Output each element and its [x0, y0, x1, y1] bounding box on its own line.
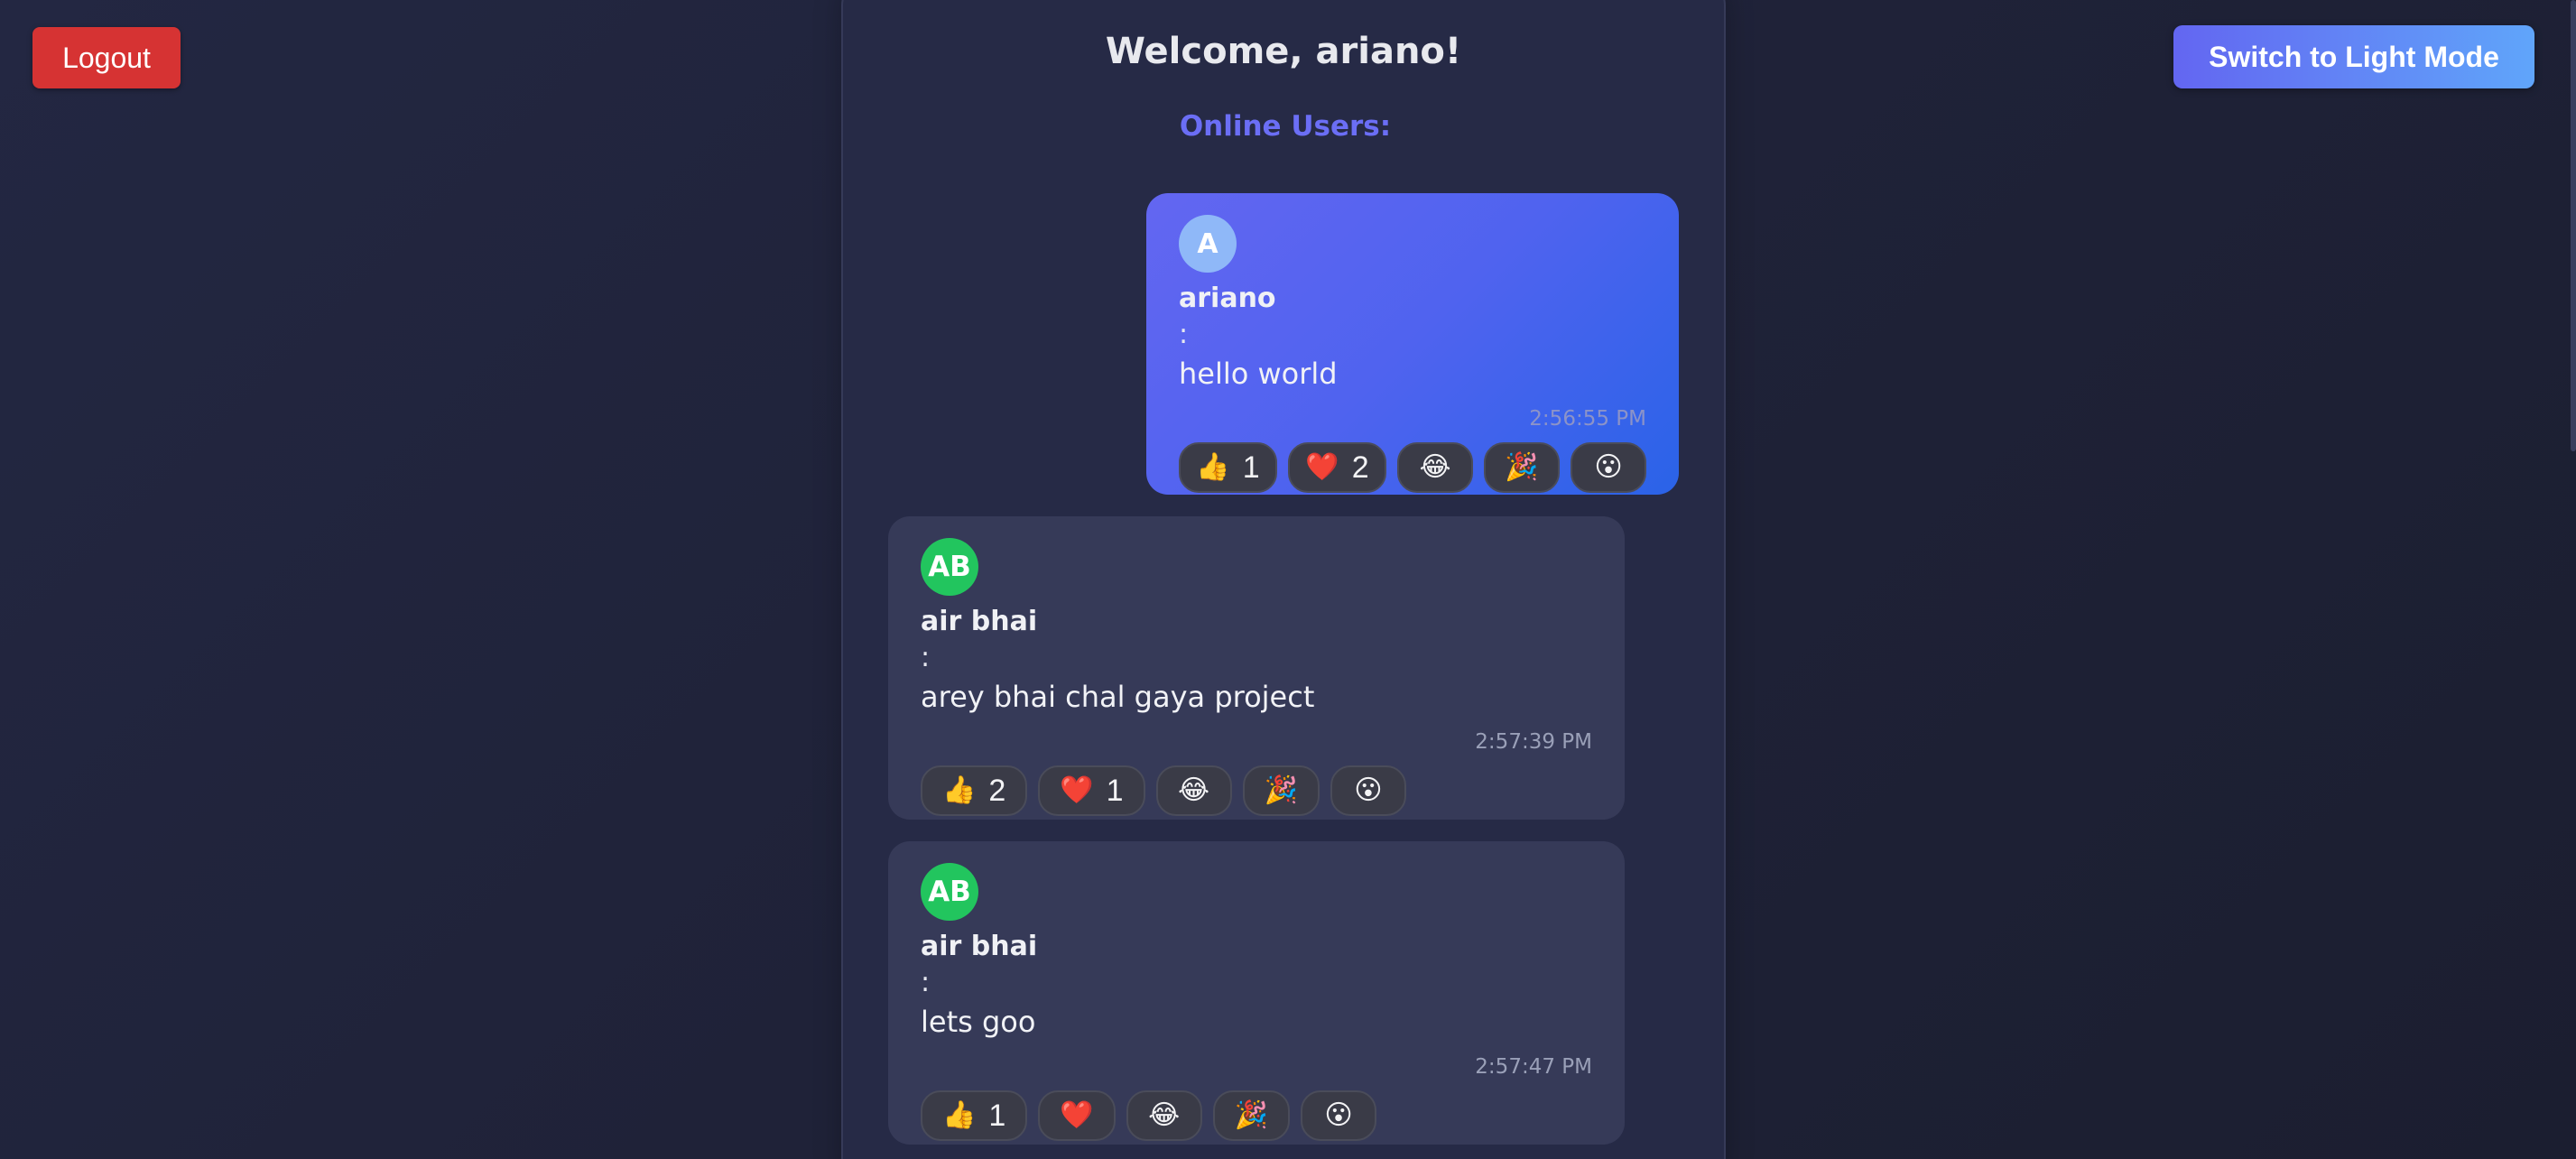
laughing-face-icon: 😂 — [1178, 774, 1210, 806]
reaction-heart-button[interactable]: ❤️ 2 — [1288, 442, 1386, 493]
laughing-face-icon: 😂 — [1148, 1099, 1181, 1131]
reaction-thumbs-up-button[interactable]: 👍 1 — [921, 1090, 1028, 1141]
chat-panel: Welcome, ariano! Online Users: A ariano … — [841, 0, 1726, 1159]
avatar: A — [1179, 215, 1237, 273]
online-users-label: Online Users: — [1179, 110, 1392, 143]
reaction-party-button[interactable]: 🎉 — [1484, 442, 1560, 493]
reaction-laugh-button[interactable]: 😂 — [1155, 765, 1232, 816]
surprised-face-icon: 😮 — [1324, 1099, 1353, 1131]
reaction-count: 1 — [1106, 773, 1124, 808]
reaction-surprised-button[interactable]: 😮 — [1571, 442, 1646, 493]
message-text: arey bhai chal gaya project — [921, 680, 1315, 714]
message-sender: ariano — [1179, 283, 1276, 314]
thumbs-up-icon: 👍 — [942, 1099, 977, 1131]
heart-icon: ❤️ — [1060, 1099, 1094, 1131]
reaction-party-button[interactable]: 🎉 — [1242, 765, 1320, 816]
heart-icon: ❤️ — [1060, 774, 1094, 806]
message-own: A ariano : hello world 2:56:55 PM 👍 1 ❤️… — [1146, 193, 1679, 495]
avatar: AB — [921, 863, 978, 921]
avatar: AB — [921, 538, 978, 596]
message-separator: : — [1179, 319, 1189, 350]
reaction-bar: 👍 2 ❤️ 1 😂 🎉 😮 — [921, 765, 1592, 816]
message-separator: : — [921, 642, 931, 673]
reaction-party-button[interactable]: 🎉 — [1212, 1090, 1290, 1141]
message-other: AB air bhai : lets goo 2:57:47 PM 👍 1 ❤️… — [888, 841, 1625, 1145]
laughing-face-icon: 😂 — [1419, 451, 1451, 483]
welcome-heading: Welcome, ariano! — [1105, 31, 1462, 72]
reaction-thumbs-up-button[interactable]: 👍 1 — [1179, 442, 1277, 493]
message-text: hello world — [1179, 357, 1338, 391]
reaction-laugh-button[interactable]: 😂 — [1397, 442, 1473, 493]
reaction-heart-button[interactable]: ❤️ 1 — [1038, 765, 1145, 816]
message-text: lets goo — [921, 1005, 1036, 1039]
reaction-bar: 👍 1 ❤️ 2 😂 🎉 😮 — [1179, 442, 1646, 493]
message-timestamp: 2:57:47 PM — [1475, 1055, 1592, 1079]
theme-toggle-button[interactable]: Switch to Light Mode — [2173, 25, 2534, 88]
chat-app: Logout Switch to Light Mode Welcome, ari… — [0, 0, 2576, 1159]
reaction-count: 1 — [988, 1098, 1006, 1133]
thumbs-up-icon: 👍 — [1196, 451, 1230, 483]
heart-icon: ❤️ — [1305, 451, 1339, 483]
page-scrollbar[interactable] — [2571, 0, 2576, 451]
reaction-count: 2 — [988, 773, 1006, 808]
thumbs-up-icon: 👍 — [942, 774, 977, 806]
reaction-count: 2 — [1351, 450, 1369, 485]
logout-button[interactable]: Logout — [32, 27, 181, 88]
reaction-laugh-button[interactable]: 😂 — [1126, 1090, 1202, 1141]
party-popper-icon: 🎉 — [1505, 451, 1539, 483]
message-timestamp: 2:56:55 PM — [1529, 407, 1646, 431]
message-sender: air bhai — [921, 606, 1038, 637]
message-timestamp: 2:57:39 PM — [1475, 730, 1592, 754]
reaction-surprised-button[interactable]: 😮 — [1301, 1090, 1376, 1141]
message-sender: air bhai — [921, 931, 1038, 962]
reaction-bar: 👍 1 ❤️ 😂 🎉 😮 — [921, 1090, 1592, 1141]
surprised-face-icon: 😮 — [1354, 774, 1383, 806]
message-other: AB air bhai : arey bhai chal gaya projec… — [888, 516, 1625, 820]
reaction-surprised-button[interactable]: 😮 — [1330, 765, 1406, 816]
surprised-face-icon: 😮 — [1594, 451, 1623, 483]
reaction-heart-button[interactable]: ❤️ — [1038, 1090, 1116, 1141]
reaction-count: 1 — [1242, 450, 1260, 485]
party-popper-icon: 🎉 — [1264, 774, 1298, 806]
party-popper-icon: 🎉 — [1234, 1099, 1268, 1131]
reaction-thumbs-up-button[interactable]: 👍 2 — [921, 765, 1028, 816]
message-separator: : — [921, 967, 931, 998]
